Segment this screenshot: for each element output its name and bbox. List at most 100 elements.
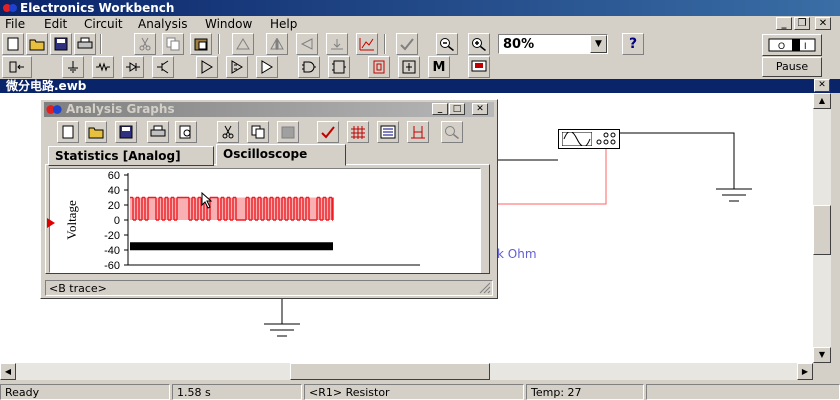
zoom-out-button[interactable]	[436, 33, 458, 55]
scroll-left-icon[interactable]: ◀	[0, 363, 16, 380]
toolbar-separator	[218, 34, 220, 54]
menu-file[interactable]: File	[5, 16, 25, 32]
menu-circuit[interactable]: Circuit	[84, 16, 123, 32]
diodes-bin-button[interactable]	[122, 56, 144, 78]
graph-print-preview-button[interactable]	[175, 121, 197, 143]
scroll-up-icon[interactable]: ▲	[813, 93, 831, 109]
menu-help[interactable]: Help	[270, 16, 297, 32]
graph-print-button[interactable]	[147, 121, 169, 143]
help-button[interactable]: ?	[622, 33, 644, 55]
close-button[interactable]: ✕	[815, 17, 831, 30]
zoom-out-icon	[440, 38, 454, 51]
scroll-down-icon[interactable]: ▼	[813, 347, 831, 363]
folder-icon	[29, 39, 45, 51]
rotate-button[interactable]	[232, 33, 254, 55]
oscilloscope-instrument[interactable]	[558, 129, 620, 149]
y-tick-label: 20	[108, 200, 120, 212]
analog-ics-bin-button[interactable]	[196, 56, 218, 78]
toggle-grid-button[interactable]	[347, 121, 369, 143]
document-close-button[interactable]: ✕	[814, 79, 830, 92]
chevron-down-icon[interactable]: ▼	[590, 35, 607, 53]
graph-zoom-button[interactable]	[441, 121, 463, 143]
transistors-bin-button[interactable]	[152, 56, 174, 78]
save-button[interactable]	[50, 33, 72, 55]
copy-icon	[166, 37, 180, 51]
logic-gates-bin-button[interactable]	[298, 56, 320, 78]
cut-button[interactable]	[134, 33, 156, 55]
tab-oscilloscope[interactable]: Oscilloscope	[216, 144, 346, 166]
horizontal-scroll-thumb[interactable]	[290, 363, 490, 380]
analysis-graphs-title-bar[interactable]: Analysis Graphs _ □ ✕	[44, 102, 494, 117]
instruments-bin-button[interactable]	[468, 56, 490, 78]
analysis-graphs-button[interactable]	[396, 33, 418, 55]
component-properties-button[interactable]	[326, 33, 348, 55]
app-logo-icon	[3, 4, 17, 12]
controls-bin-button[interactable]	[398, 56, 420, 78]
y-tick-label: 0	[114, 215, 120, 227]
toggle-legend-button[interactable]	[377, 121, 399, 143]
parts-bin-toggle-button[interactable]	[2, 56, 32, 78]
graphs-close-button[interactable]: ✕	[472, 103, 488, 115]
create-subcircuit-button[interactable]	[356, 33, 378, 55]
menu-edit[interactable]: Edit	[44, 16, 67, 32]
zoom-select[interactable]: 80% ▼	[498, 34, 608, 54]
vertical-scroll-thumb[interactable]	[813, 205, 831, 255]
miscellaneous-bin-button[interactable]: M	[428, 56, 450, 78]
folder-icon	[88, 127, 104, 139]
document-title-bar: 微分电路.ewb ✕	[0, 79, 840, 93]
digital-bin-button[interactable]	[328, 56, 350, 78]
resize-grip-icon[interactable]	[479, 282, 491, 294]
clipboard-icon	[281, 126, 295, 139]
graph-cut-button[interactable]	[217, 121, 239, 143]
graphs-maximize-button[interactable]: □	[449, 103, 465, 115]
graphs-minimize-button[interactable]: _	[432, 103, 448, 115]
new-file-icon	[7, 37, 19, 51]
graph-new-button[interactable]	[57, 121, 79, 143]
mixed-ics-bin-button[interactable]	[226, 56, 248, 78]
power-switch-icon: IO	[768, 38, 816, 52]
minimize-button[interactable]: _	[776, 17, 792, 30]
paste-button[interactable]	[190, 33, 212, 55]
graph-properties-button[interactable]	[317, 121, 339, 143]
indicators-bin-button[interactable]	[368, 56, 390, 78]
open-button[interactable]	[26, 33, 48, 55]
graph-paste-button[interactable]	[277, 121, 299, 143]
menu-window[interactable]: Window	[205, 16, 252, 32]
new-file-icon	[62, 125, 74, 139]
scroll-right-icon[interactable]: ▶	[797, 363, 813, 380]
horizontal-scrollbar[interactable]: ◀ ▶	[0, 363, 813, 380]
pause-button[interactable]: Pause	[762, 57, 822, 77]
digital-ics-bin-button[interactable]	[256, 56, 278, 78]
graph-open-button[interactable]	[85, 121, 107, 143]
sources-bin-button[interactable]	[62, 56, 84, 78]
zoom-in-button[interactable]	[468, 33, 490, 55]
restore-button[interactable]: ❐	[794, 17, 810, 30]
app-title: Electronics Workbench	[20, 1, 175, 15]
logic-gate-icon	[302, 61, 316, 73]
pencil-check-icon	[321, 126, 335, 139]
power-switch[interactable]: IO	[762, 34, 822, 56]
component-properties-icon	[331, 39, 343, 50]
indicator-icon	[373, 60, 385, 74]
status-temperature: Temp: 27	[526, 384, 644, 400]
print-button[interactable]	[74, 33, 96, 55]
tab-statistics-analog[interactable]: Statistics [Analog]	[48, 146, 214, 166]
menu-analysis[interactable]: Analysis	[138, 16, 187, 32]
zoom-in-icon	[472, 38, 486, 51]
printer-icon	[77, 37, 93, 49]
flip-horizontal-button[interactable]	[266, 33, 288, 55]
vertical-scrollbar[interactable]: ▲ ▼	[813, 93, 831, 363]
graph-copy-button[interactable]	[247, 121, 269, 143]
basic-bin-button[interactable]	[92, 56, 114, 78]
y-tick-label: -40	[104, 245, 120, 257]
graph-save-button[interactable]	[115, 121, 137, 143]
print-preview-icon	[179, 125, 191, 139]
document-title: 微分电路.ewb	[6, 79, 87, 93]
flip-vertical-button[interactable]	[296, 33, 318, 55]
menu-bar: File Edit Circuit Analysis Window Help _…	[0, 16, 840, 32]
trace-marker-icon	[47, 218, 55, 228]
save-icon	[54, 37, 68, 51]
copy-button[interactable]	[162, 33, 184, 55]
new-file-button[interactable]	[2, 33, 24, 55]
show-cursors-button[interactable]	[407, 121, 429, 143]
